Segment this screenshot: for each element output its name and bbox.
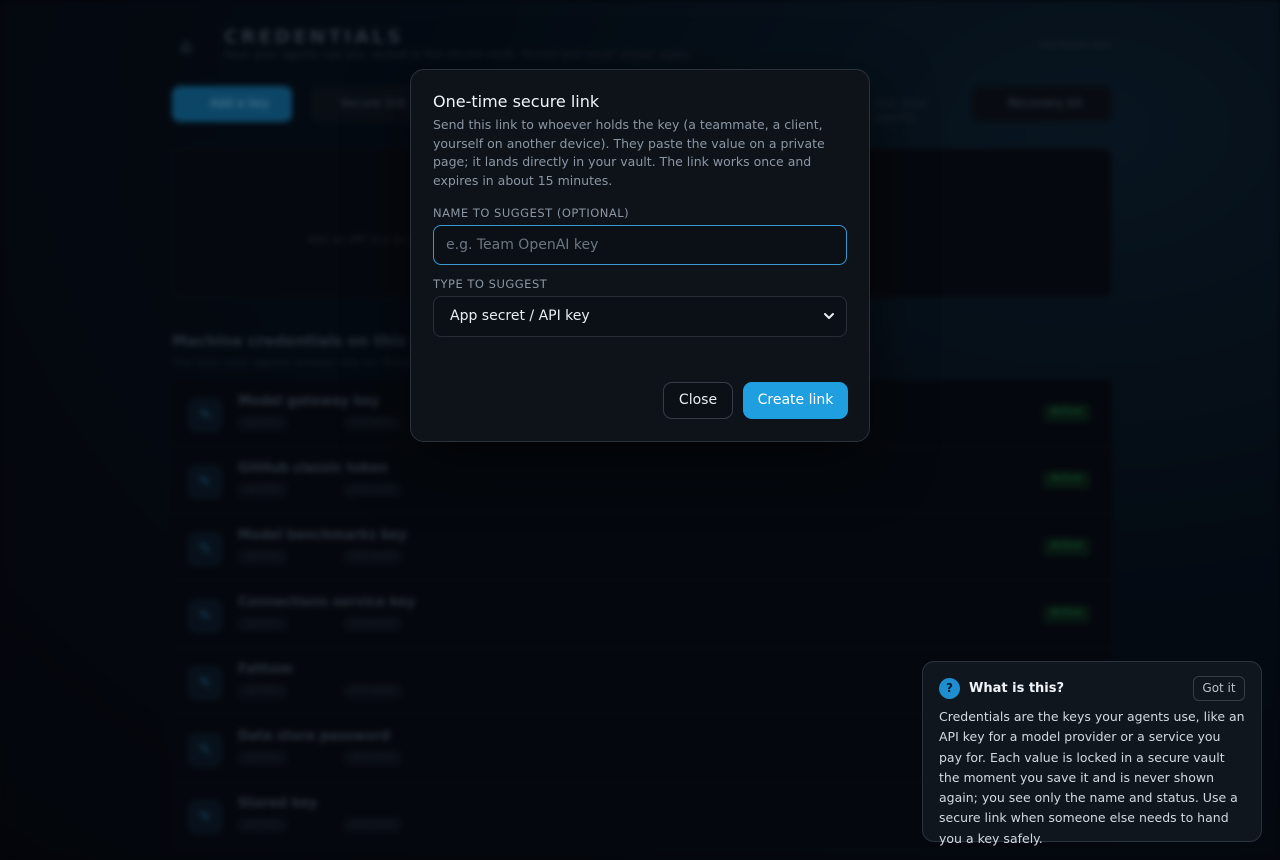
name-field-label: NAME TO SUGGEST (OPTIONAL) [433,206,630,220]
dialog-description: Send this link to whoever holds the key … [433,117,825,188]
help-card: ? What is this? Got it Credentials are t… [922,661,1262,846]
name-suggestion-input[interactable] [433,225,847,265]
secure-link-dialog: One-time secure link Send this link to w… [410,69,870,442]
help-title: What is this? [969,681,1065,696]
chevron-down-icon [824,313,834,319]
question-icon: ? [939,678,960,699]
type-field-label: TYPE TO SUGGEST [433,277,548,291]
close-button[interactable]: Close [663,382,733,419]
dialog-title: One-time secure link [433,92,600,111]
type-select-value: App secret / API key [450,308,590,324]
type-select[interactable]: App secret / API key [433,296,847,337]
help-body: Credentials are the keys your agents use… [939,709,1245,846]
got-it-button[interactable]: Got it [1193,676,1245,701]
create-link-button[interactable]: Create link [743,382,848,419]
